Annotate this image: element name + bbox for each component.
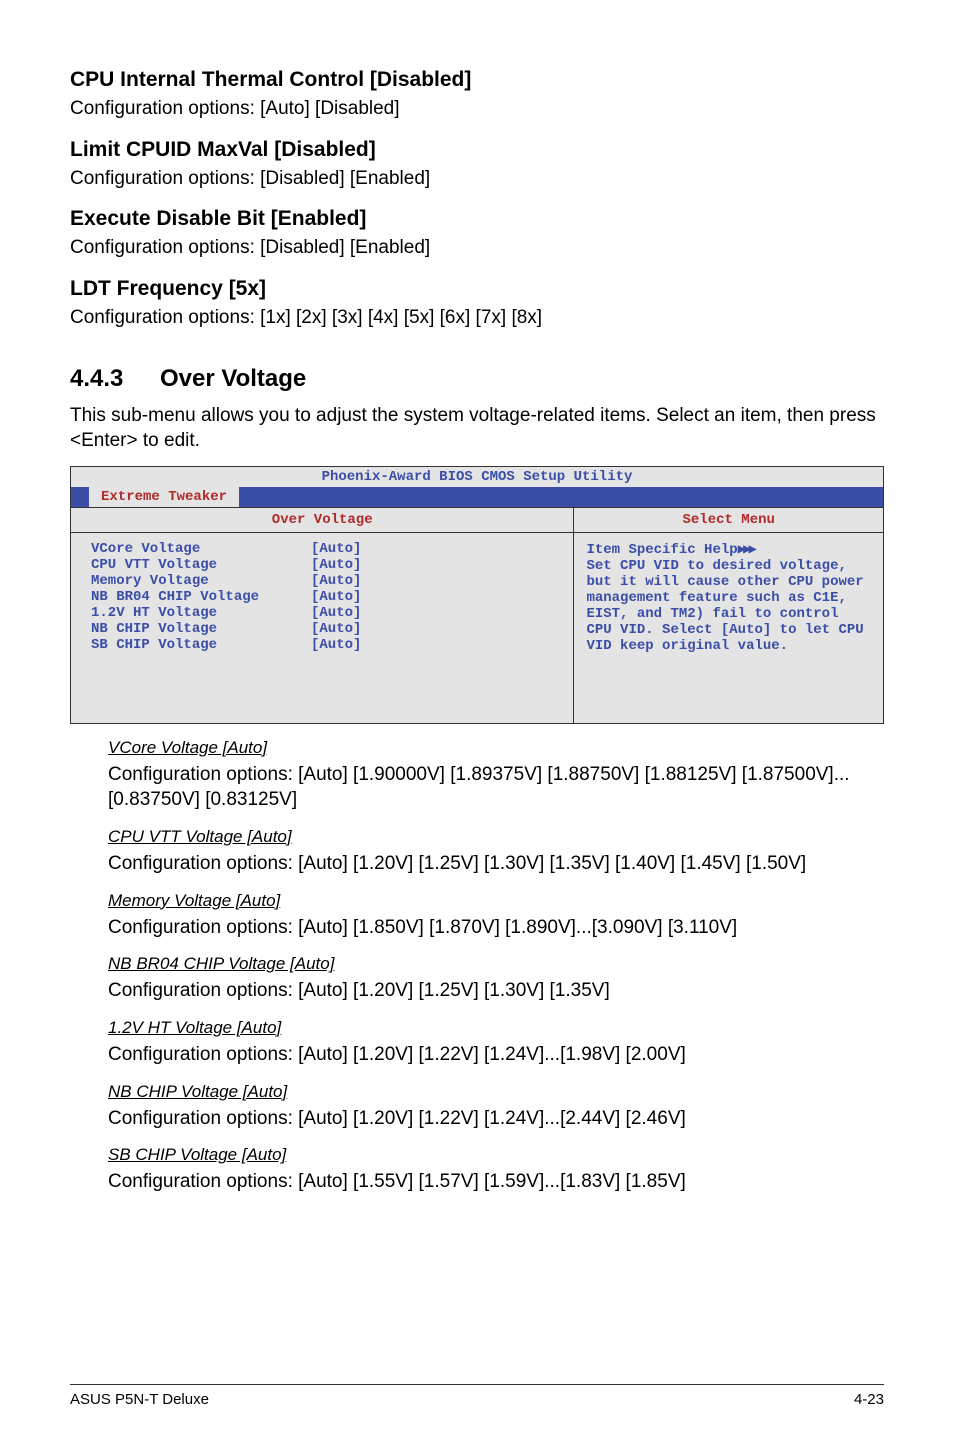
item-text-nbbr04: Configuration options: [Auto] [1.20V] [1… xyxy=(108,978,884,1004)
item-head-memory: Memory Voltage [Auto] xyxy=(108,891,884,911)
bios-value: [Auto] xyxy=(311,573,361,589)
text-ldt-freq: Configuration options: [1x] [2x] [3x] [4… xyxy=(70,305,884,331)
item-text-12vht: Configuration options: [Auto] [1.20V] [1… xyxy=(108,1042,884,1068)
heading-execute-disable: Execute Disable Bit [Enabled] xyxy=(70,207,884,231)
footer-page-number: 4-23 xyxy=(854,1391,884,1408)
item-head-cpuvtt: CPU VTT Voltage [Auto] xyxy=(108,827,884,847)
bios-title: Phoenix-Award BIOS CMOS Setup Utility xyxy=(71,467,883,487)
bios-value: [Auto] xyxy=(311,589,361,605)
bios-value: [Auto] xyxy=(311,637,361,653)
bios-label: VCore Voltage xyxy=(91,541,311,557)
page-footer: ASUS P5N-T Deluxe 4-23 xyxy=(70,1384,884,1408)
bios-value: [Auto] xyxy=(311,557,361,573)
bios-screenshot: Phoenix-Award BIOS CMOS Setup Utility Ex… xyxy=(70,466,884,724)
item-head-nbchip: NB CHIP Voltage [Auto] xyxy=(108,1082,884,1102)
heading-cpuid: Limit CPUID MaxVal [Disabled] xyxy=(70,138,884,162)
heading-ldt-freq: LDT Frequency [5x] xyxy=(70,277,884,301)
bios-value: [Auto] xyxy=(311,541,361,557)
bios-row: NB BR04 CHIP Voltage[Auto] xyxy=(91,589,559,605)
section-number: 4.4.3 xyxy=(70,365,160,393)
bios-row: Memory Voltage[Auto] xyxy=(91,573,559,589)
bios-tab-row: Extreme Tweaker xyxy=(71,487,883,507)
bios-label: 1.2V HT Voltage xyxy=(91,605,311,621)
item-head-sbchip: SB CHIP Voltage [Auto] xyxy=(108,1145,884,1165)
bios-value: [Auto] xyxy=(311,605,361,621)
item-head-nbbr04: NB BR04 CHIP Voltage [Auto] xyxy=(108,954,884,974)
bios-help-text: Item Specific Help▶▶▶ Set CPU VID to des… xyxy=(574,533,883,723)
bios-settings-list: VCore Voltage[Auto] CPU VTT Voltage[Auto… xyxy=(71,533,573,723)
bios-label: CPU VTT Voltage xyxy=(91,557,311,573)
item-head-12vht: 1.2V HT Voltage [Auto] xyxy=(108,1018,884,1038)
bios-label: NB CHIP Voltage xyxy=(91,621,311,637)
section-number-title: 4.4.3Over Voltage xyxy=(70,365,884,393)
section-title: Over Voltage xyxy=(160,365,306,392)
heading-cpu-thermal: CPU Internal Thermal Control [Disabled] xyxy=(70,68,884,92)
item-text-sbchip: Configuration options: [Auto] [1.55V] [1… xyxy=(108,1169,884,1195)
item-text-vcore: Configuration options: [Auto] [1.90000V]… xyxy=(108,762,884,813)
bios-help-body: Set CPU VID to desired voltage, but it w… xyxy=(586,558,863,654)
bios-label: SB CHIP Voltage xyxy=(91,637,311,653)
bios-label: NB BR04 CHIP Voltage xyxy=(91,589,311,605)
bios-row: VCore Voltage[Auto] xyxy=(91,541,559,557)
triangle-right-icon: ▶▶▶ xyxy=(738,542,754,558)
item-text-memory: Configuration options: [Auto] [1.850V] [… xyxy=(108,915,884,941)
bios-value: [Auto] xyxy=(311,621,361,637)
text-cpuid: Configuration options: [Disabled] [Enabl… xyxy=(70,166,884,192)
section-intro: This sub-menu allows you to adjust the s… xyxy=(70,403,884,454)
bios-row: CPU VTT Voltage[Auto] xyxy=(91,557,559,573)
text-execute-disable: Configuration options: [Disabled] [Enabl… xyxy=(70,235,884,261)
item-text-cpuvtt: Configuration options: [Auto] [1.20V] [1… xyxy=(108,851,884,877)
bios-label: Memory Voltage xyxy=(91,573,311,589)
footer-product: ASUS P5N-T Deluxe xyxy=(70,1391,209,1408)
bios-help-heading: Item Specific Help xyxy=(586,542,737,558)
item-head-vcore: VCore Voltage [Auto] xyxy=(108,738,884,758)
text-cpu-thermal: Configuration options: [Auto] [Disabled] xyxy=(70,96,884,122)
bios-row: 1.2V HT Voltage[Auto] xyxy=(91,605,559,621)
bios-row: NB CHIP Voltage[Auto] xyxy=(91,621,559,637)
bios-tab-extreme-tweaker: Extreme Tweaker xyxy=(89,487,239,507)
bios-right-header: Select Menu xyxy=(574,508,883,533)
bios-row: SB CHIP Voltage[Auto] xyxy=(91,637,559,653)
item-text-nbchip: Configuration options: [Auto] [1.20V] [1… xyxy=(108,1106,884,1132)
bios-left-header: Over Voltage xyxy=(71,508,573,533)
